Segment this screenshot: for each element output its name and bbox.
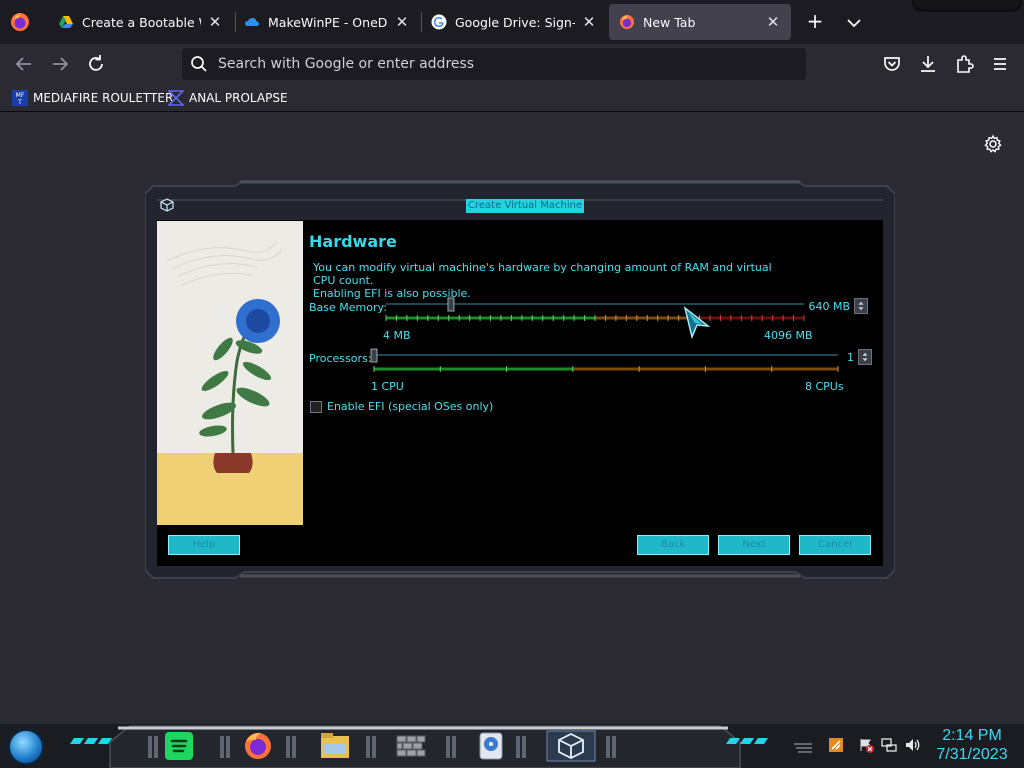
clock-time: 2:14 PM [942, 727, 1002, 744]
memory-value[interactable]: 640 MB [806, 300, 850, 313]
memory-label: Base Memory: [309, 301, 387, 314]
system-clock[interactable]: 2:14 PM 7/31/2023 [930, 727, 1014, 765]
back-button[interactable]: Back [637, 535, 709, 555]
description-line: You can modify virtual machine's hardwar… [313, 261, 772, 287]
firefox-view-icon[interactable] [10, 12, 30, 32]
processors-label: Processors: [309, 352, 372, 365]
google-drive-icon [59, 16, 73, 28]
help-button[interactable]: Help [168, 535, 240, 555]
file-explorer-icon[interactable] [318, 730, 352, 762]
page-description: You can modify virtual machine's hardwar… [313, 261, 793, 300]
google-icon [431, 14, 447, 30]
navigation-toolbar [0, 44, 1024, 84]
firewall-icon[interactable] [394, 730, 428, 762]
tab-google-drive-signin[interactable]: Google Drive: Sign-in ✕ [421, 4, 607, 40]
extensions-icon[interactable] [952, 52, 976, 76]
spotify-icon[interactable] [162, 730, 196, 762]
memory-spinbox[interactable]: 640 MB [806, 298, 868, 314]
close-icon[interactable]: ✕ [207, 13, 223, 31]
new-tab-button[interactable]: + [803, 10, 827, 34]
volume-icon[interactable] [905, 737, 921, 753]
slider-handle [447, 297, 455, 312]
disk-utility-icon[interactable] [474, 730, 508, 762]
page-heading: Hardware [309, 232, 397, 251]
bookmark-mediafire-rouletter[interactable]: MF T MEDIAFIRE ROULETTER [12, 89, 173, 107]
search-icon [191, 56, 207, 72]
bookmark-logo-icon [168, 90, 184, 106]
clock-date: 7/31/2023 [936, 746, 1008, 763]
tab-label: New Tab [643, 14, 696, 30]
virtualbox-logo-icon [160, 198, 174, 212]
processors-max-label: 8 CPUs [805, 380, 844, 393]
bookmark-anal-prolapse[interactable]: ANAL PROLAPSE [168, 89, 288, 107]
pocket-icon[interactable] [880, 52, 904, 76]
notification-tray-icon[interactable] [828, 737, 844, 753]
efi-checkbox[interactable] [310, 400, 322, 413]
tab-makewinpe-onedrive[interactable]: MakeWinPE - OneDrive ✕ [234, 4, 420, 40]
firefox-icon [620, 15, 634, 29]
svg-text:T: T [17, 99, 22, 106]
network-icon[interactable] [881, 737, 897, 753]
cancel-button[interactable]: Cancel [799, 535, 871, 555]
tab-new-tab[interactable]: New Tab ✕ [609, 4, 791, 40]
memory-max-label: 4096 MB [764, 329, 813, 342]
tab-label: MakeWinPE - OneDrive [268, 14, 388, 30]
processors-value[interactable]: 1 [836, 351, 854, 364]
security-warning-icon[interactable] [858, 737, 874, 753]
spin-arrows-icon[interactable] [858, 349, 872, 365]
virtualbox-icon[interactable] [546, 730, 596, 762]
close-icon[interactable]: ✕ [581, 13, 597, 31]
bookmark-label: MEDIAFIRE ROULETTER [33, 91, 174, 105]
bookmark-label: ANAL PROLAPSE [189, 91, 288, 105]
tab-label: Google Drive: Sign-in [455, 14, 575, 30]
spin-arrows-icon[interactable] [854, 298, 868, 314]
gear-icon[interactable] [983, 134, 1003, 154]
hamburger-menu-icon[interactable] [988, 52, 1012, 76]
mft-icon: MF T [12, 90, 28, 106]
efi-label: Enable EFI (special OSes only) [327, 400, 494, 413]
chevron-down-icon[interactable] [843, 12, 865, 34]
processors-spinbox[interactable]: 1 [836, 349, 872, 365]
url-input[interactable] [218, 56, 778, 72]
dialog-title: Create Virtual Machine [466, 199, 585, 213]
bookmarks-toolbar: MF T MEDIAFIRE ROULETTER ANAL PROLAPSE [0, 84, 1024, 112]
close-icon[interactable]: ✕ [765, 13, 781, 31]
next-button[interactable]: Next [718, 535, 790, 555]
window-controls-frame [912, 0, 1022, 12]
svg-text:MF: MF [16, 92, 25, 99]
close-icon[interactable]: ✕ [394, 13, 410, 31]
mouse-cursor-icon [683, 306, 711, 340]
firefox-icon[interactable] [241, 730, 275, 762]
downloads-icon[interactable] [916, 52, 940, 76]
processors-slider[interactable] [368, 347, 844, 377]
slider-handle [370, 348, 378, 363]
plant-illustration [157, 221, 303, 525]
onedrive-icon [245, 18, 259, 26]
memory-min-label: 4 MB [383, 329, 411, 342]
back-icon[interactable] [12, 52, 36, 76]
processors-min-label: 1 CPU [371, 380, 404, 393]
forward-icon[interactable] [48, 52, 72, 76]
memory-slider[interactable] [380, 296, 810, 326]
address-bar[interactable] [182, 48, 806, 80]
efi-checkbox-row[interactable]: Enable EFI (special OSes only) [310, 400, 493, 413]
reload-icon[interactable] [84, 52, 108, 76]
tab-label: Create a Bootable Wind [82, 14, 201, 30]
tab-create-bootable[interactable]: Create a Bootable Wind ✕ [48, 4, 233, 40]
tab-bar: Create a Bootable Wind ✕ MakeWinPE - One… [0, 0, 1024, 44]
